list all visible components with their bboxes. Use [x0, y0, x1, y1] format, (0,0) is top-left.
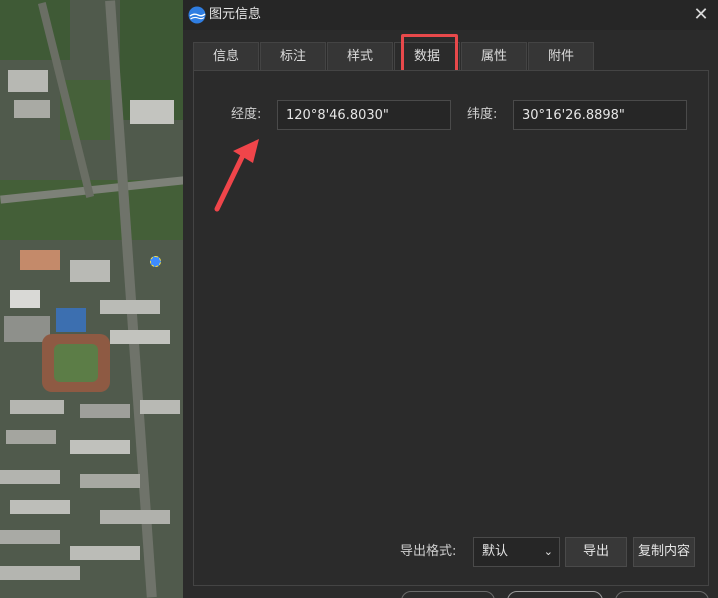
- export-button[interactable]: 导出: [565, 537, 627, 567]
- tab-highlight-box: [401, 34, 458, 74]
- export-format-value: 默认: [482, 544, 509, 559]
- tab-attributes[interactable]: 属性: [461, 42, 527, 70]
- longitude-label: 经度:: [231, 107, 262, 122]
- satellite-map[interactable]: [0, 0, 184, 598]
- latitude-field[interactable]: [513, 100, 687, 130]
- tab-bar: 信息 标注 样式 数据 属性 附件: [193, 42, 595, 70]
- latitude-label: 纬度:: [467, 107, 498, 122]
- longitude-field[interactable]: [277, 100, 451, 130]
- screen: 图元信息 ✕ 信息 标注 样式 数据 属性 附件 经度: 纬度: 导出格式: 默…: [0, 0, 718, 598]
- data-panel: 经度: 纬度: 导出格式: 默认 ⌄ 导出 复制内容: [193, 70, 709, 586]
- tab-attachments[interactable]: 附件: [528, 42, 594, 70]
- tab-info[interactable]: 信息: [193, 42, 259, 70]
- close-icon[interactable]: ✕: [690, 4, 712, 26]
- red-arrow-annotation: [214, 139, 259, 212]
- export-format-label: 导出格式:: [400, 544, 457, 559]
- tab-annotation[interactable]: 标注: [260, 42, 326, 70]
- footer-button-3[interactable]: [615, 591, 709, 598]
- chevron-down-icon: ⌄: [543, 545, 553, 558]
- export-format-select[interactable]: 默认 ⌄: [473, 537, 560, 567]
- satellite-imagery: [0, 0, 184, 598]
- app-logo-icon: [188, 6, 206, 24]
- title-bar[interactable]: 图元信息 ✕: [183, 0, 718, 30]
- copy-content-button[interactable]: 复制内容: [633, 537, 695, 567]
- tab-style[interactable]: 样式: [327, 42, 393, 70]
- feature-info-dialog: 图元信息 ✕ 信息 标注 样式 数据 属性 附件 经度: 纬度: 导出格式: 默…: [183, 0, 718, 598]
- location-marker-icon[interactable]: [150, 256, 161, 267]
- dialog-title: 图元信息: [209, 7, 262, 22]
- footer-button-2[interactable]: [507, 591, 603, 598]
- footer-button-1[interactable]: [401, 591, 495, 598]
